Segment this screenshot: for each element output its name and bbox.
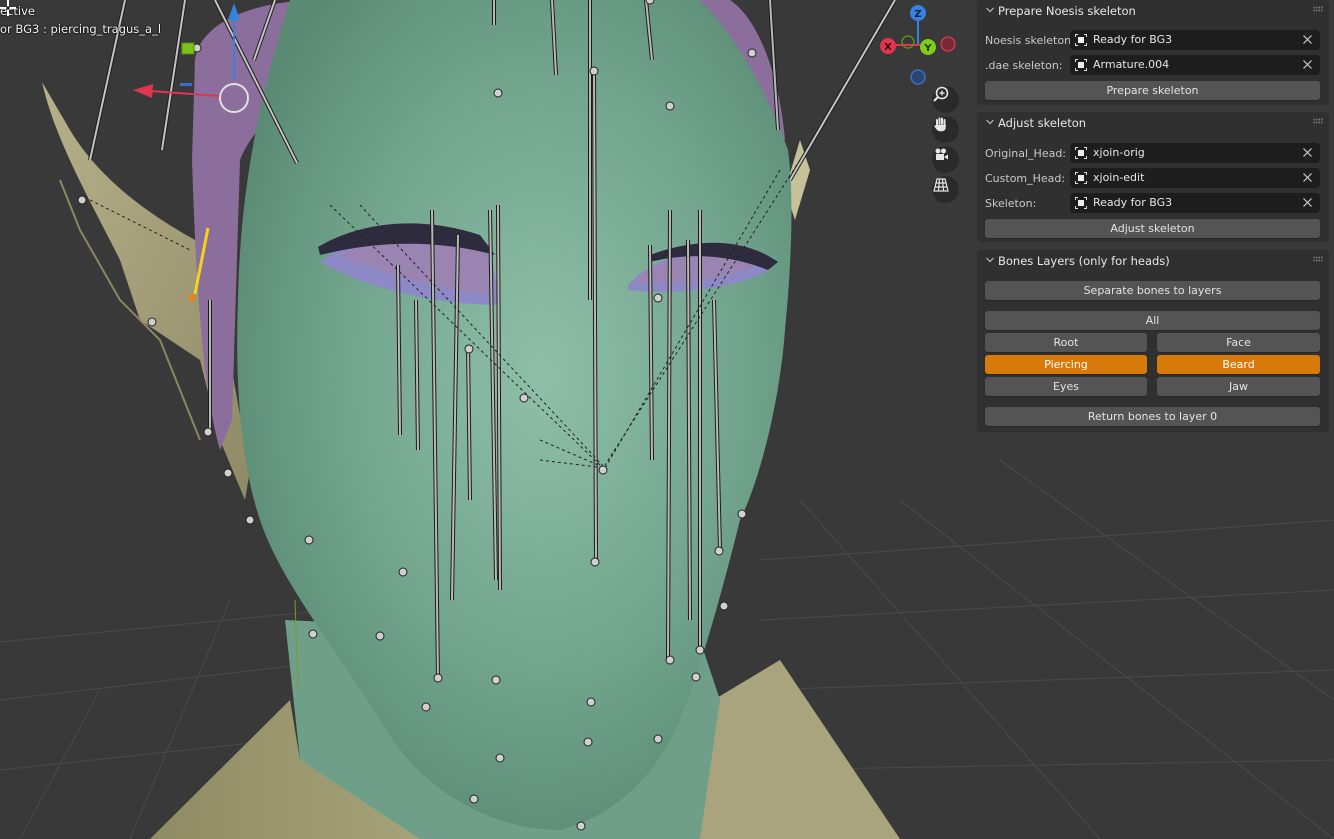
panel-title: Bones Layers (only for heads) xyxy=(998,254,1170,268)
adjust-skeleton-button[interactable]: Adjust skeleton xyxy=(985,219,1320,238)
dae-skeleton-label: .dae skeleton: xyxy=(985,59,1063,72)
camera-icon xyxy=(935,148,948,160)
sidebar: Prepare Noesis skeleton Noesis skeleton:… xyxy=(977,0,1334,436)
panel-header-prepare-noesis[interactable]: Prepare Noesis skeleton xyxy=(977,0,1329,22)
layer-face-button[interactable]: Face xyxy=(1157,333,1320,352)
zoom-button[interactable] xyxy=(932,86,959,113)
panel-bones-layers: Bones Layers (only for heads) Separate b… xyxy=(977,250,1329,432)
perspective-toggle-button[interactable] xyxy=(932,176,959,203)
panel-header-adjust-skeleton[interactable]: Adjust skeleton xyxy=(977,112,1329,134)
clear-icon[interactable] xyxy=(1301,58,1314,71)
noesis-skeleton-field[interactable]: Ready for BG3 xyxy=(1070,30,1320,50)
zoom-icon xyxy=(933,86,949,102)
field-value: Armature.004 xyxy=(1093,58,1170,71)
drag-grip-icon[interactable] xyxy=(1313,6,1323,12)
object-icon xyxy=(1075,147,1087,159)
dae-skeleton-field[interactable]: Armature.004 xyxy=(1070,55,1320,75)
custom-head-label: Custom_Head: xyxy=(985,172,1066,185)
layer-all-button[interactable]: All xyxy=(985,311,1320,330)
noesis-skeleton-label: Noesis skeleton: xyxy=(985,34,1075,47)
axis-x-label: X xyxy=(884,42,892,53)
chevron-down-icon xyxy=(986,257,994,263)
axis-y-label: Y xyxy=(923,43,932,54)
axis-z-label: Z xyxy=(914,9,921,20)
armature-object-icon xyxy=(1075,197,1087,209)
armature-object-icon xyxy=(1075,59,1087,71)
panel-title: Adjust skeleton xyxy=(998,116,1087,130)
drag-grip-icon[interactable] xyxy=(1313,118,1323,124)
pan-button[interactable] xyxy=(932,116,959,143)
skeleton-label: Skeleton: xyxy=(985,197,1037,210)
prepare-skeleton-button[interactable]: Prepare skeleton xyxy=(985,81,1320,100)
layer-piercing-button[interactable]: Piercing xyxy=(985,355,1147,374)
drag-grip-icon[interactable] xyxy=(1313,256,1323,262)
custom-head-field[interactable]: xjoin-edit xyxy=(1070,168,1320,188)
separate-bones-button[interactable]: Separate bones to layers xyxy=(985,281,1320,300)
camera-view-button[interactable] xyxy=(932,146,959,173)
clear-icon[interactable] xyxy=(1301,146,1314,159)
original-head-field[interactable]: xjoin-orig xyxy=(1070,143,1320,163)
object-icon xyxy=(1075,172,1087,184)
panel-header-bones-layers[interactable]: Bones Layers (only for heads) xyxy=(977,250,1329,272)
clear-icon[interactable] xyxy=(1301,196,1314,209)
layer-jaw-button[interactable]: Jaw xyxy=(1157,377,1320,396)
return-bones-button[interactable]: Return bones to layer 0 xyxy=(985,407,1320,426)
field-value: Ready for BG3 xyxy=(1093,33,1173,46)
active-object-label: or BG3 : piercing_tragus_a_l xyxy=(0,22,162,36)
field-value: xjoin-edit xyxy=(1093,171,1145,184)
panel-title: Prepare Noesis skeleton xyxy=(998,4,1136,18)
layer-beard-button[interactable]: Beard xyxy=(1157,355,1320,374)
layer-eyes-button[interactable]: Eyes xyxy=(985,377,1147,396)
grid-perspective-icon xyxy=(933,178,949,192)
layer-root-button[interactable]: Root xyxy=(985,333,1147,352)
original-head-label: Original_Head: xyxy=(985,147,1067,160)
clear-icon[interactable] xyxy=(1301,171,1314,184)
clear-icon[interactable] xyxy=(1301,33,1314,46)
skeleton-field[interactable]: Ready for BG3 xyxy=(1070,193,1320,213)
chevron-down-icon xyxy=(986,7,994,13)
field-value: xjoin-orig xyxy=(1093,146,1145,159)
chevron-down-icon xyxy=(986,119,994,125)
panel-adjust-skeleton: Adjust skeleton Original_Head: xjoin-ori… xyxy=(977,112,1329,242)
crosshair-cursor-icon xyxy=(0,0,16,16)
panel-prepare-noesis: Prepare Noesis skeleton Noesis skeleton:… xyxy=(977,0,1329,105)
hand-pan-icon xyxy=(934,117,946,132)
armature-object-icon xyxy=(1075,34,1087,46)
field-value: Ready for BG3 xyxy=(1093,196,1173,209)
